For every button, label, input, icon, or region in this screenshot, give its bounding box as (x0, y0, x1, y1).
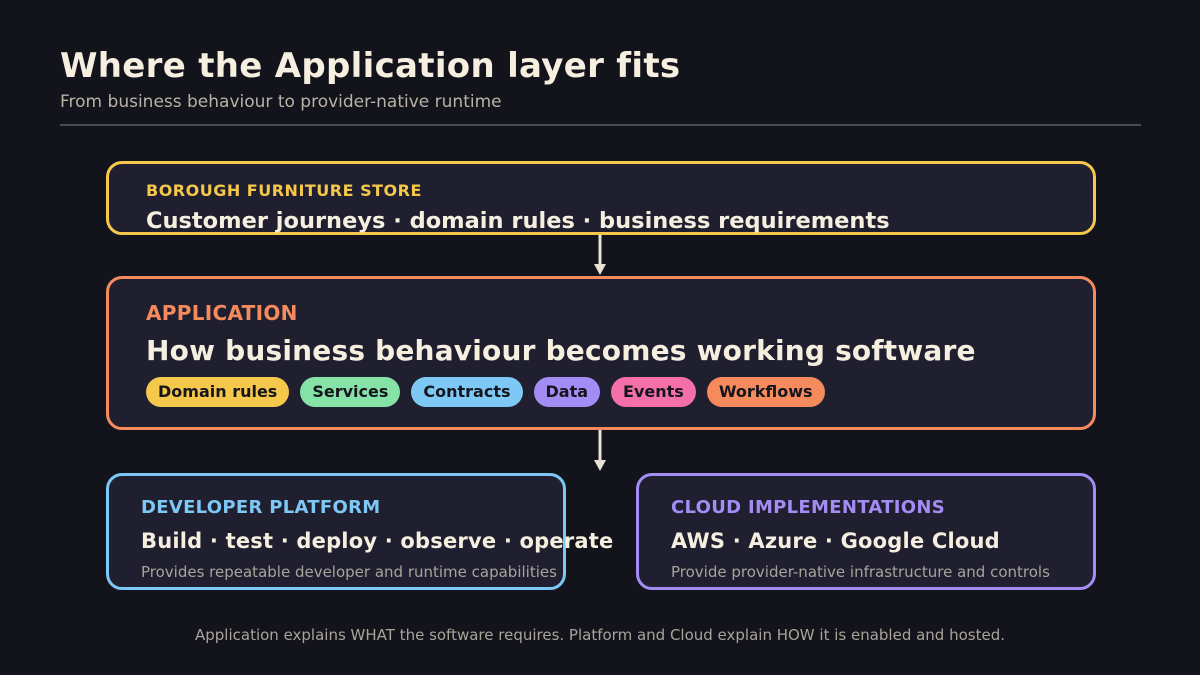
pill-domain-rules: Domain rules (146, 377, 290, 407)
application-title: How business behaviour becomes working s… (146, 334, 976, 367)
business-label: BOROUGH FURNITURE STORE (146, 181, 422, 200)
footnote: Application explains WHAT the software r… (194, 626, 1005, 644)
pill-data: Data (533, 377, 601, 407)
page-subtitle: From business behaviour to provider-nati… (60, 92, 502, 112)
cloud-title: AWS · Azure · Google Cloud (671, 529, 1000, 553)
platform-description: Provides repeatable developer and runtim… (141, 563, 557, 581)
application-box: APPLICATION How business behaviour becom… (106, 276, 1096, 430)
cloud-label: CLOUD IMPLEMENTATIONS (671, 497, 946, 518)
platform-title: Build · test · deploy · observe · operat… (141, 529, 614, 553)
business-box: BOROUGH FURNITURE STORE Customer journey… (106, 161, 1096, 235)
application-pills: Domain rules Services Contracts Data Events W… (146, 377, 825, 407)
cloud-description: Provide provider-native infrastructure a… (671, 563, 1050, 581)
pill-services: Services (300, 377, 401, 407)
arrow-application-to-platform (594, 430, 606, 471)
business-title: Customer journeys · domain rules · busin… (146, 208, 890, 234)
pill-workflows: Workflows (706, 377, 825, 407)
page-title: Where the Application layer fits (60, 46, 681, 86)
header-divider (60, 124, 1141, 126)
pill-events: Events (611, 377, 696, 407)
application-label: APPLICATION (146, 301, 298, 325)
pill-contracts: Contracts (411, 377, 523, 407)
platform-label: DEVELOPER PLATFORM (141, 497, 381, 518)
arrow-business-to-application (594, 235, 606, 275)
cloud-implementations-box: CLOUD IMPLEMENTATIONS AWS · Azure · Goog… (636, 473, 1096, 590)
developer-platform-box: DEVELOPER PLATFORM Build · test · deploy… (106, 473, 613, 590)
